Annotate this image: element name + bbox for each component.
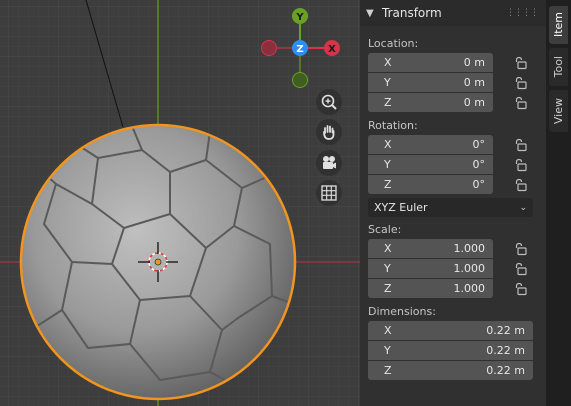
field-value: 0° (472, 158, 486, 171)
scale-y-field[interactable]: Y 1.000 (368, 259, 493, 278)
grid-icon (321, 185, 337, 201)
axis-label: X (384, 138, 392, 151)
gizmo-x-label: X (328, 44, 336, 55)
tab-label: View (552, 97, 565, 125)
field-value: 0 m (463, 96, 485, 109)
gizmo-neg-x[interactable] (261, 40, 277, 56)
gizmo-z-axis[interactable]: Z (292, 40, 308, 56)
rotation-z-field[interactable]: Z 0° (368, 175, 493, 194)
chevron-down-icon: ▼ (366, 7, 374, 19)
axis-label: Y (384, 158, 391, 171)
lock-icon[interactable] (513, 96, 527, 110)
camera-icon (323, 156, 336, 169)
lock-icon[interactable] (513, 158, 527, 172)
field-value: 1.000 (453, 282, 486, 295)
location-z-field[interactable]: Z 0 m (368, 93, 493, 112)
lock-icon[interactable] (513, 262, 527, 276)
rotation-y-field[interactable]: Y 0° (368, 155, 493, 174)
transform-panel-header[interactable]: ▼ Transform ⋮⋮⋮⋮ (360, 0, 546, 26)
location-y-field[interactable]: Y 0 m (368, 73, 493, 92)
transform-panel: ▼ Transform ⋮⋮⋮⋮ Location: X 0 m Y 0 m Z… (360, 0, 546, 406)
pan-button[interactable] (316, 119, 342, 145)
scale-x-field[interactable]: X 1.000 (368, 239, 493, 258)
field-value: 0 m (463, 56, 485, 69)
field-value: 0 m (463, 76, 485, 89)
axis-label: Z (384, 178, 392, 191)
scale-z-field[interactable]: Z 1.000 (368, 279, 493, 298)
dimensions-z-field[interactable]: Z 0.22 m (368, 361, 533, 380)
axis-label: Z (384, 96, 392, 109)
dimensions-label: Dimensions: (368, 305, 436, 318)
field-value: 0.22 m (486, 364, 525, 377)
field-value: 1.000 (453, 262, 486, 275)
gizmo-z-label: Z (296, 44, 303, 55)
axis-label: Z (384, 364, 392, 377)
field-value: 0.22 m (486, 324, 525, 337)
tab-label: Tool (552, 56, 565, 78)
gizmo-neg-y[interactable] (292, 72, 308, 88)
gizmo-y-axis[interactable]: Y (292, 8, 308, 24)
location-x-field[interactable]: X 0 m (368, 53, 493, 72)
gizmo-x-axis[interactable]: X (324, 40, 340, 56)
camera-view-button[interactable] (316, 150, 342, 176)
axis-label: X (384, 56, 392, 69)
tab-label: Item (552, 12, 565, 38)
dimensions-x-field[interactable]: X 0.22 m (368, 321, 533, 340)
lock-icon[interactable] (513, 76, 527, 90)
tab-view[interactable]: View (549, 90, 568, 132)
viewport-canvas[interactable]: Y X Z (0, 0, 360, 406)
tab-item[interactable]: Item (549, 6, 568, 44)
axis-label: Y (384, 76, 391, 89)
chevron-down-icon: ⌄ (519, 202, 527, 213)
field-value: 0° (472, 178, 486, 191)
lock-icon[interactable] (513, 282, 527, 296)
panel-title: Transform (382, 6, 442, 20)
field-value: 0.22 m (486, 344, 525, 357)
axis-label: Y (384, 344, 391, 357)
field-value: 1.000 (453, 242, 486, 255)
rotation-label: Rotation: (368, 119, 418, 132)
rotation-mode-select[interactable]: XYZ Euler ⌄ (368, 198, 533, 217)
lock-icon[interactable] (513, 56, 527, 70)
field-value: 0° (472, 138, 486, 151)
lock-icon[interactable] (513, 242, 527, 256)
scale-label: Scale: (368, 223, 402, 236)
3d-viewport[interactable]: Y X Z (0, 0, 360, 406)
toggle-ortho-button[interactable] (316, 180, 342, 206)
location-label: Location: (368, 37, 419, 50)
zoom-button[interactable] (316, 89, 342, 115)
axis-label: X (384, 242, 392, 255)
sidebar-tabs: Item Tool View (546, 0, 571, 406)
axis-label: Z (384, 282, 392, 295)
lock-icon[interactable] (513, 138, 527, 152)
lock-icon[interactable] (513, 178, 527, 192)
gizmo-y-label: Y (295, 12, 304, 23)
drag-grip-icon[interactable]: ⋮⋮⋮⋮ (506, 8, 539, 18)
zoom-icon (321, 94, 337, 110)
dimensions-y-field[interactable]: Y 0.22 m (368, 341, 533, 360)
axis-label: X (384, 324, 392, 337)
hand-pan-icon (323, 125, 335, 140)
rotation-mode-value: XYZ Euler (374, 201, 428, 214)
rotation-x-field[interactable]: X 0° (368, 135, 493, 154)
tab-tool[interactable]: Tool (549, 48, 568, 86)
axis-label: Y (384, 262, 391, 275)
